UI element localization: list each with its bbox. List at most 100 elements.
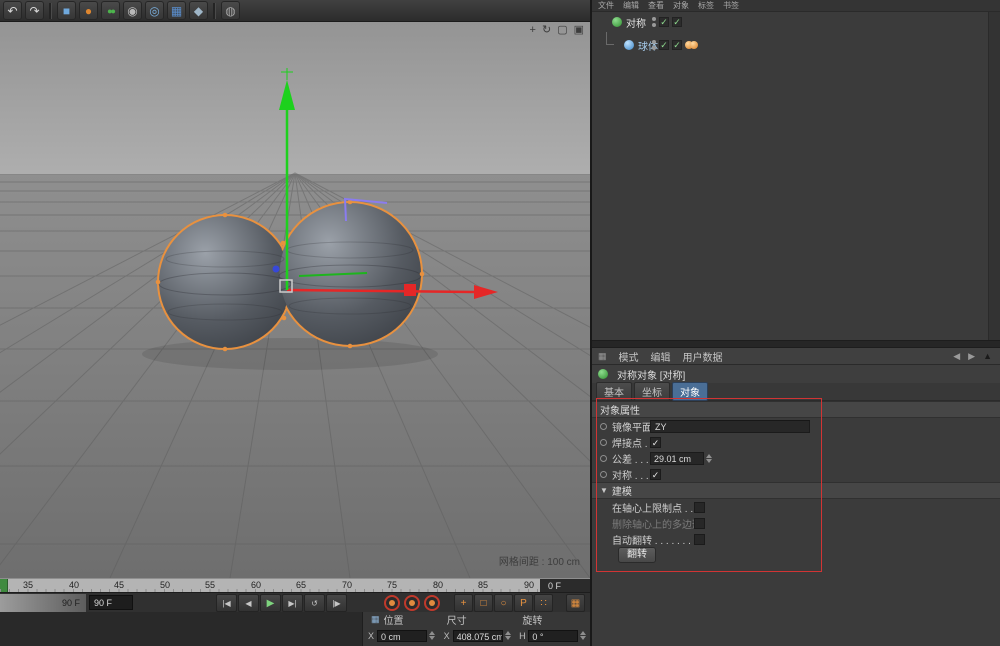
- size-x-input[interactable]: 408.075 cm: [453, 630, 503, 642]
- keyframe-selection-toggle[interactable]: ▦: [566, 594, 585, 612]
- zoom-icon[interactable]: ▢: [557, 25, 567, 36]
- section-object-properties[interactable]: 对象属性: [592, 401, 1000, 418]
- menu-edit[interactable]: 编辑: [623, 0, 639, 11]
- section-modeling[interactable]: ▼ 建模: [592, 482, 1000, 499]
- param-label: 焊接点 .: [612, 435, 648, 450]
- symmetry-checkbox[interactable]: ✓: [650, 469, 661, 480]
- history-forward-icon[interactable]: ▶: [968, 351, 975, 362]
- viewport[interactable]: + ↻ ▢ ▣ 网格间距 : 100 cm: [0, 22, 590, 578]
- environment-icon[interactable]: ◎: [145, 1, 164, 20]
- next-frame-button[interactable]: ▶|: [282, 594, 303, 612]
- history-back-icon[interactable]: ◀: [953, 351, 960, 362]
- delete-polygons-checkbox[interactable]: [694, 518, 705, 529]
- primitive-sphere-icon[interactable]: ●: [79, 1, 98, 20]
- param-bullet-icon[interactable]: [600, 423, 607, 430]
- viewport-canvas[interactable]: [0, 22, 590, 578]
- menu-view[interactable]: 查看: [648, 0, 664, 11]
- array-icon[interactable]: ▦: [167, 1, 186, 20]
- object-manager-scrollbar[interactable]: [988, 12, 1000, 340]
- spinner[interactable]: [505, 631, 511, 640]
- autokey-button[interactable]: [404, 595, 420, 611]
- record-options-button[interactable]: [424, 595, 440, 611]
- enable-check[interactable]: ✓: [672, 17, 682, 27]
- tick-label: 85: [478, 580, 488, 590]
- param-bullet-icon[interactable]: [600, 471, 607, 478]
- timeline-end-field[interactable]: 0 F: [540, 579, 590, 593]
- auto-flip-checkbox[interactable]: [694, 534, 705, 545]
- clamp-points-checkbox[interactable]: [694, 502, 705, 513]
- generators-icon[interactable]: ●●: [101, 1, 120, 20]
- menu-mode[interactable]: 模式: [619, 349, 639, 364]
- enable-check[interactable]: ✓: [659, 17, 669, 27]
- go-to-end-button[interactable]: |▶: [326, 594, 347, 612]
- timeline-marker[interactable]: [0, 579, 8, 593]
- mirror-plane-dropdown[interactable]: ZY: [650, 420, 810, 433]
- flip-button[interactable]: 翻转: [618, 547, 656, 563]
- menu-file[interactable]: 文件: [598, 0, 614, 11]
- menu-edit[interactable]: 编辑: [651, 349, 671, 364]
- orbit-icon[interactable]: ↻: [542, 25, 551, 36]
- go-to-start-button[interactable]: |◀: [216, 594, 237, 612]
- param-label: 镜像平面: [612, 419, 652, 434]
- menu-bookmark[interactable]: 书签: [723, 0, 739, 11]
- collapse-triangle-icon[interactable]: ▼: [600, 486, 608, 495]
- rotation-h-input[interactable]: 0 °: [528, 630, 578, 642]
- spinner[interactable]: [580, 631, 586, 640]
- enable-check[interactable]: ✓: [672, 40, 682, 50]
- camera-icon[interactable]: ◆: [189, 1, 208, 20]
- spinner[interactable]: [429, 631, 435, 640]
- menu-tag[interactable]: 标签: [698, 0, 714, 11]
- undo-icon[interactable]: ↶: [3, 1, 22, 20]
- phong-tag-icon[interactable]: [685, 40, 699, 50]
- tick-label: 50: [160, 580, 170, 590]
- timeline-zoom-slider[interactable]: 90 F: [0, 594, 86, 612]
- tab-basic[interactable]: 基本: [596, 382, 632, 401]
- param-bullet-icon[interactable]: [600, 455, 607, 462]
- current-frame-field[interactable]: 90 F: [89, 595, 133, 610]
- main-toolbar: ↶ ↷ ■ ● ●● ◉ ◎ ▦ ◆ ◍: [0, 0, 590, 22]
- position-x-input[interactable]: 0 cm: [377, 630, 427, 642]
- timeline-ruler[interactable]: 35 40 45 50 55 60 65 70 75 80 85 90 0 F: [0, 578, 590, 593]
- shading-icon[interactable]: ◍: [221, 1, 240, 20]
- object-row-symmetry[interactable]: 对称 ✓ ✓: [592, 15, 646, 29]
- model-cube-icon[interactable]: ■: [57, 1, 76, 20]
- tolerance-input[interactable]: 29.01 cm: [650, 452, 704, 465]
- play-button[interactable]: ▶: [260, 594, 281, 612]
- visibility-dots[interactable]: [652, 17, 656, 27]
- weld-points-checkbox[interactable]: ✓: [650, 437, 661, 448]
- viewport-nav: + ↻ ▢ ▣: [530, 25, 584, 36]
- animation-toolbar: 90 F 90 F |◀ ◀ ▶ ▶| ↺ |▶ + □ ○ P ∷ ▦: [0, 592, 590, 613]
- panel-divider[interactable]: [592, 340, 1000, 348]
- visibility-dots[interactable]: [652, 40, 656, 50]
- tab-object[interactable]: 对象: [672, 382, 708, 401]
- param-label: 对称 . . . .: [612, 467, 654, 482]
- attr-grid-icon[interactable]: ▦: [598, 351, 607, 362]
- record-pla-toggle[interactable]: ∷: [534, 594, 553, 612]
- menu-user-data[interactable]: 用户数据: [683, 349, 723, 364]
- object-row-sphere[interactable]: 球体 ✓ ✓: [592, 38, 658, 52]
- attribute-menu: ▦ 模式 编辑 用户数据 ◀ ▶ ▲: [592, 348, 1000, 365]
- coords-header-position: 位置: [384, 612, 404, 627]
- spinner[interactable]: [706, 454, 712, 463]
- record-rotation-toggle[interactable]: ○: [494, 594, 513, 612]
- enable-check[interactable]: ✓: [659, 40, 669, 50]
- pan-icon[interactable]: +: [530, 25, 536, 36]
- record-scale-toggle[interactable]: □: [474, 594, 493, 612]
- section-label: 建模: [612, 483, 632, 498]
- param-bullet-icon[interactable]: [600, 439, 607, 446]
- cinema4d-window: ↶ ↷ ■ ● ●● ◉ ◎ ▦ ◆ ◍: [0, 0, 1000, 646]
- section-label: 对象属性: [600, 402, 640, 417]
- maximize-icon[interactable]: ▣: [574, 25, 584, 36]
- deformers-icon[interactable]: ◉: [123, 1, 142, 20]
- record-position-toggle[interactable]: +: [454, 594, 473, 612]
- record-parameter-toggle[interactable]: P: [514, 594, 533, 612]
- fold-icon[interactable]: ▲: [983, 351, 992, 361]
- previous-frame-button[interactable]: ◀: [238, 594, 259, 612]
- attribute-tabs: 基本 坐标 对象: [592, 383, 1000, 401]
- menu-object[interactable]: 对象: [673, 0, 689, 11]
- tab-coordinates[interactable]: 坐标: [634, 382, 670, 401]
- object-label[interactable]: 对称: [626, 15, 646, 30]
- redo-icon[interactable]: ↷: [25, 1, 44, 20]
- loop-button[interactable]: ↺: [304, 594, 325, 612]
- record-keyframe-button[interactable]: [384, 595, 400, 611]
